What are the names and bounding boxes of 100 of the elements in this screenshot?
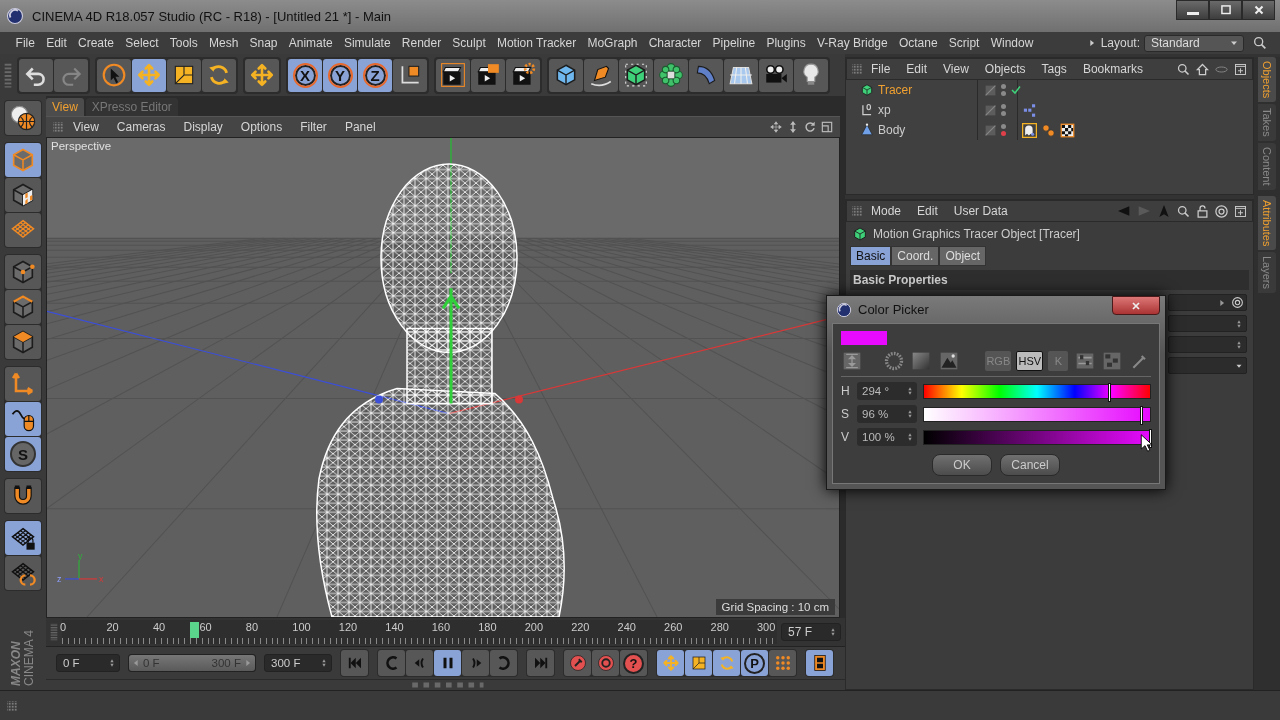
tool-button[interactable] (245, 58, 279, 92)
menu-item[interactable]: MoGraph (581, 36, 644, 50)
tool-button[interactable] (5, 479, 41, 513)
dialog-button[interactable]: OK (932, 454, 992, 476)
tool-button[interactable] (5, 402, 41, 436)
tool-button[interactable] (584, 58, 618, 92)
menu-item[interactable]: Render (396, 36, 447, 50)
playhead[interactable] (190, 622, 200, 638)
menu-item[interactable]: Filter (291, 120, 336, 134)
menu-item[interactable]: Pipeline (706, 36, 761, 50)
dialog-button[interactable]: Cancel (1000, 454, 1060, 476)
object-name[interactable]: Tracer (878, 83, 913, 97)
editor-visibility-dot[interactable] (1001, 84, 1006, 89)
tool-button[interactable] (724, 58, 758, 92)
tool-button[interactable] (5, 178, 41, 212)
tool-button[interactable] (806, 650, 833, 676)
enabled-toggle[interactable] (1010, 84, 1022, 96)
tool-button[interactable] (393, 58, 427, 92)
render-visibility-dot[interactable] (1001, 131, 1006, 136)
menu-item[interactable]: Edit (40, 36, 73, 50)
menu-item[interactable]: View (64, 120, 108, 134)
minimize-button[interactable] (1176, 0, 1209, 20)
maximize-button[interactable] (1209, 0, 1242, 20)
dropdown-field[interactable] (1168, 315, 1247, 332)
tool-button[interactable] (436, 58, 470, 92)
menu-item[interactable]: File (10, 36, 41, 50)
dropdown-field[interactable] (1168, 357, 1247, 374)
tool-button[interactable] (549, 58, 583, 92)
tool-button[interactable] (5, 556, 41, 590)
tool-button[interactable] (794, 58, 828, 92)
menu-item[interactable]: Options (231, 120, 292, 134)
attribute-tab[interactable]: Object (939, 246, 987, 266)
menu-item[interactable]: Tags (1033, 62, 1075, 76)
menu-item[interactable]: Character (643, 36, 707, 50)
tool-button[interactable] (132, 58, 166, 92)
editor-visibility-dot[interactable] (1001, 104, 1006, 109)
tool-button[interactable]: ? (620, 650, 647, 676)
channel-field[interactable]: 100 % (857, 428, 917, 446)
menu-item[interactable]: Create (72, 36, 120, 50)
tool-button[interactable] (619, 58, 653, 92)
toggle-button[interactable]: Z (358, 58, 392, 92)
render-visibility-dot[interactable] (1001, 91, 1006, 96)
menu-item[interactable]: Edit (909, 204, 946, 218)
tool-button[interactable] (759, 58, 793, 92)
tool-button[interactable] (5, 290, 41, 324)
attribute-tab[interactable]: Coord. (891, 246, 940, 266)
frame-range-slider[interactable] (129, 655, 255, 671)
render-visibility-dot[interactable] (1001, 111, 1006, 116)
toggle-button[interactable]: P (741, 650, 768, 676)
menu-item[interactable]: View (935, 62, 977, 76)
side-tab[interactable]: Attributes (1258, 195, 1276, 251)
menu-item[interactable]: Snap (243, 36, 284, 50)
menu-item[interactable]: Display (174, 120, 232, 134)
channel-field[interactable]: 294 ° (857, 382, 917, 400)
input-field[interactable] (1168, 294, 1247, 311)
side-tab[interactable]: Objects (1258, 57, 1276, 103)
tool-button[interactable] (506, 58, 540, 92)
menu-item[interactable]: Plugins (760, 36, 812, 50)
attribute-tab[interactable]: Basic (850, 246, 892, 266)
object-name[interactable]: Body (878, 123, 906, 137)
tool-button[interactable] (5, 325, 41, 359)
menu-item[interactable]: Script (943, 36, 986, 50)
tool-button[interactable] (5, 101, 41, 135)
object-name[interactable]: xp (878, 103, 891, 117)
menu-item[interactable]: Bookmarks (1074, 62, 1151, 76)
menu-item[interactable]: Tools (164, 36, 204, 50)
menu-item[interactable]: V-Ray Bridge (811, 36, 894, 50)
close-button[interactable] (1242, 0, 1275, 20)
channel-slider[interactable] (923, 429, 1151, 445)
menu-item[interactable]: Panel (335, 120, 385, 134)
current-frame-field[interactable]: 57 F (781, 623, 841, 641)
editor-visibility-dot[interactable] (1001, 124, 1006, 129)
channel-field[interactable]: 96 % (857, 405, 917, 423)
menu-item[interactable]: Motion Tracker (491, 36, 582, 50)
layout-dropdown[interactable]: Standard (1144, 34, 1244, 52)
toggle-button[interactable]: Y (323, 58, 357, 92)
end-frame-field[interactable]: 300 F (264, 654, 332, 672)
menu-item[interactable]: Window (985, 36, 1039, 50)
menu-item[interactable]: Mode (863, 204, 910, 218)
menu-item[interactable]: User Data (945, 204, 1016, 218)
menu-item[interactable]: File (863, 62, 899, 76)
mode-button[interactable]: HSV (1016, 351, 1044, 371)
menu-item[interactable]: Edit (898, 62, 936, 76)
menu-item[interactable]: Select (119, 36, 165, 50)
channel-slider[interactable] (923, 383, 1151, 399)
menu-item[interactable]: Objects (976, 62, 1034, 76)
tool-button[interactable] (19, 58, 53, 92)
start-frame-field[interactable]: 0 F (56, 654, 120, 672)
tool-button[interactable] (202, 58, 236, 92)
dropdown-field[interactable] (1168, 336, 1247, 353)
tool-button[interactable] (167, 58, 201, 92)
menu-item[interactable]: Simulate (338, 36, 397, 50)
timeline-ruler[interactable]: 0 20 40 60 80 100 120 140 160 180 200 220 240 260 280 300 (62, 620, 777, 644)
view-tab[interactable]: View (46, 98, 84, 116)
tool-button[interactable] (471, 58, 505, 92)
close-button[interactable] (1112, 296, 1160, 315)
menu-item[interactable]: Animate (283, 36, 339, 50)
channel-slider[interactable] (923, 406, 1151, 422)
tool-button[interactable] (97, 58, 131, 92)
menu-item[interactable]: Cameras (107, 120, 175, 134)
